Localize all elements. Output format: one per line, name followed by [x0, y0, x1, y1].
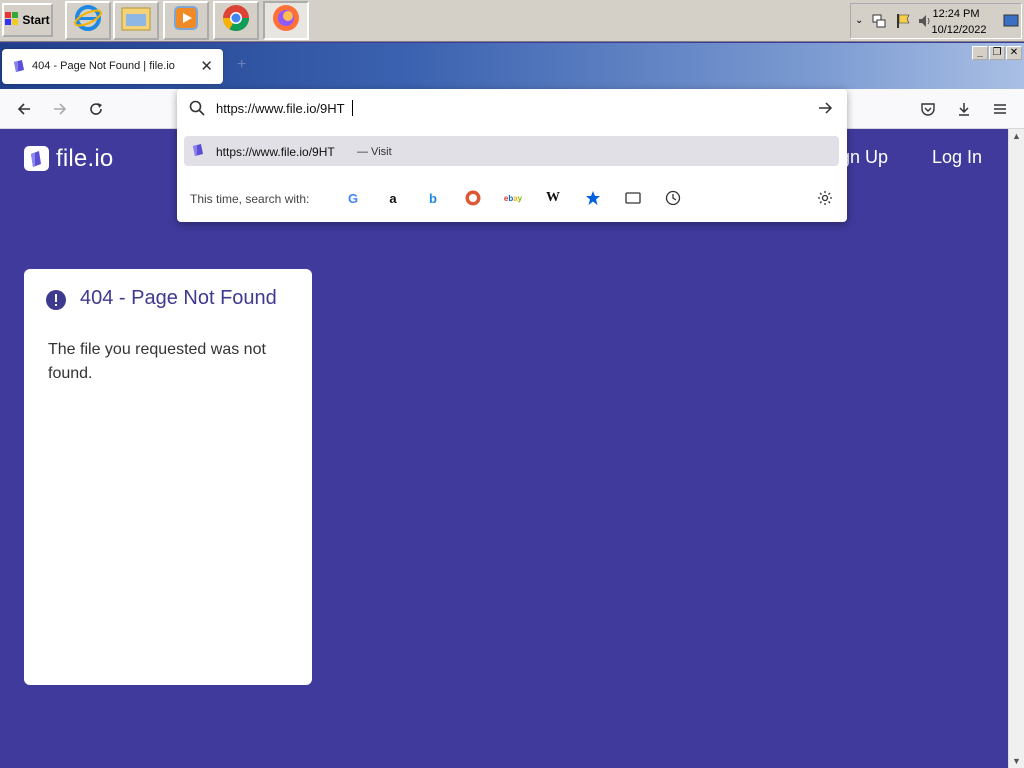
fileio-favicon-icon — [191, 143, 205, 162]
reload-icon[interactable] — [85, 98, 107, 120]
close-window-button[interactable]: ✕ — [1006, 46, 1022, 60]
tabs-icon[interactable] — [623, 188, 643, 208]
scroll-up-arrow-icon[interactable]: ▲ — [1012, 131, 1021, 141]
media-player-icon — [172, 4, 200, 37]
chrome-icon — [221, 3, 251, 38]
google-engine-icon[interactable]: G — [343, 188, 363, 208]
new-tab-icon[interactable]: + — [237, 56, 246, 74]
text-caret — [352, 100, 353, 116]
back-arrow-icon[interactable] — [13, 98, 35, 120]
system-tray: ⌄ 12:24 PM 10/12/2022 — [850, 3, 1022, 39]
search-icon — [189, 100, 205, 121]
clock-time[interactable]: 12:24 PM — [921, 8, 991, 20]
duckduckgo-engine-icon[interactable] — [463, 188, 483, 208]
fileio-logo-text[interactable]: file.io — [56, 145, 113, 173]
minimize-button[interactable]: _ — [972, 46, 988, 60]
ebay-engine-icon[interactable]: ebay — [503, 188, 523, 208]
history-clock-icon[interactable] — [663, 188, 683, 208]
taskbar-media-player[interactable] — [163, 1, 209, 40]
tab-close-icon[interactable]: ✕ — [200, 57, 213, 75]
bing-engine-icon[interactable]: b — [423, 188, 443, 208]
taskbar-firefox[interactable] — [263, 1, 309, 40]
show-desktop-icon[interactable] — [1003, 14, 1019, 33]
browser-tab-active[interactable]: 404 - Page Not Found | file.io ✕ — [2, 49, 223, 84]
page-scrollbar[interactable]: ▲ ▼ — [1008, 129, 1024, 768]
taskbar: Start ⌄ 12:24 PM 10/12/2022 — [0, 0, 1024, 42]
error-title: 404 - Page Not Found — [80, 287, 277, 309]
error-exclamation-icon — [46, 290, 66, 315]
start-button[interactable]: Start — [2, 3, 53, 37]
action-center-flag-icon[interactable] — [895, 13, 911, 34]
downloads-icon[interactable] — [953, 98, 975, 120]
search-settings-gear-icon[interactable] — [815, 188, 835, 208]
amazon-engine-icon[interactable]: a — [383, 188, 403, 208]
error-card — [24, 269, 312, 685]
folder-icon — [120, 4, 152, 37]
network-icon[interactable] — [871, 13, 887, 34]
tab-title: 404 - Page Not Found | file.io — [32, 60, 175, 72]
error-message: The file you requested was not found. — [48, 341, 266, 382]
pocket-icon[interactable] — [917, 98, 939, 120]
menu-hamburger-icon[interactable] — [989, 98, 1011, 120]
taskbar-internet-explorer[interactable] — [65, 1, 111, 40]
start-label: Start — [22, 13, 50, 27]
log-in-link[interactable]: Log In — [932, 147, 982, 168]
internet-explorer-icon — [73, 3, 103, 38]
restore-button[interactable]: ❐ — [989, 46, 1005, 60]
wikipedia-engine-icon[interactable]: W — [543, 188, 563, 208]
forward-arrow-icon[interactable] — [49, 98, 71, 120]
suggestion-action: — Visit — [357, 146, 392, 158]
windows-logo-icon — [5, 11, 19, 29]
firefox-icon — [271, 3, 301, 38]
taskbar-chrome[interactable] — [213, 1, 259, 40]
url-input[interactable]: https://www.file.io/9HT — [216, 101, 345, 116]
taskbar-file-explorer[interactable] — [113, 1, 159, 40]
search-with-label: This time, search with: — [190, 192, 310, 206]
clock-date[interactable]: 10/12/2022 — [919, 24, 999, 36]
suggestion-url[interactable]: https://www.file.io/9HT — [216, 145, 335, 159]
fileio-favicon-icon — [12, 59, 26, 78]
bookmarks-star-icon[interactable] — [583, 188, 603, 208]
go-arrow-icon[interactable] — [817, 100, 833, 121]
scroll-down-arrow-icon[interactable]: ▼ — [1012, 756, 1021, 766]
tray-expand-icon[interactable]: ⌄ — [855, 15, 863, 26]
fileio-logo-icon[interactable] — [24, 146, 49, 176]
